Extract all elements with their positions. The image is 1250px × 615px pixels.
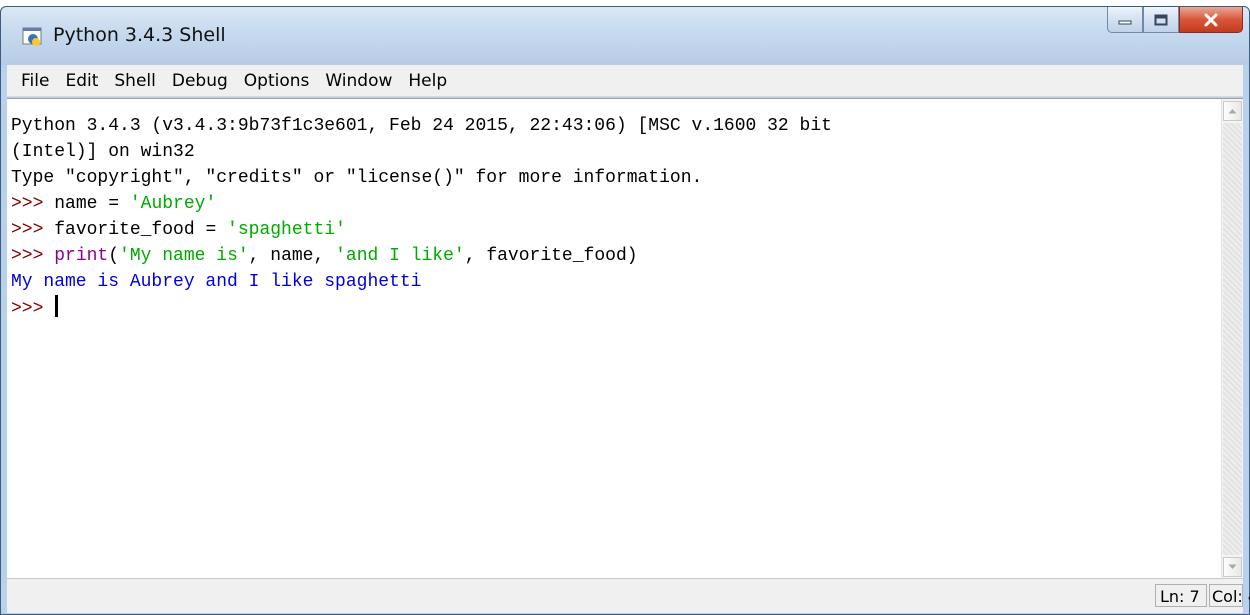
menu-shell[interactable]: Shell <box>106 71 163 91</box>
string-literal: 'spaghetti' <box>227 220 346 240</box>
menu-options[interactable]: Options <box>236 71 318 91</box>
maximize-icon <box>1154 14 1168 25</box>
scroll-down-arrow-icon <box>1228 564 1237 569</box>
title-bar[interactable]: Python 3.4.3 Shell <box>1 7 1249 65</box>
close-icon <box>1204 13 1218 26</box>
text-cursor <box>55 295 59 317</box>
menu-edit[interactable]: Edit <box>57 71 106 91</box>
shell-output: Python 3.4.3 (v3.4.3:9b73f1c3e601, Feb 2… <box>11 113 1201 321</box>
vertical-scrollbar[interactable] <box>1221 99 1243 579</box>
code-text: ( <box>108 246 120 266</box>
shell-prompt: >>> <box>11 246 44 266</box>
string-literal: 'and I like' <box>335 246 465 266</box>
status-column-number: Col: 4 <box>1209 584 1250 607</box>
status-line-number: Ln: 7 <box>1155 584 1207 607</box>
input-line: >>> favorite_food = 'spaghetti' <box>11 217 1201 243</box>
maximize-button[interactable] <box>1143 7 1179 33</box>
window-controls <box>1107 7 1243 35</box>
scrollbar-track[interactable] <box>1223 123 1242 555</box>
shell-prompt: >>> <box>11 299 44 319</box>
banner-line: (Intel)] on win32 <box>11 142 195 162</box>
status-bar: Ln: 7 Col: 4 <box>7 578 1250 613</box>
shell-prompt: >>> <box>11 194 44 214</box>
code-text: , favorite_food) <box>464 246 638 266</box>
menu-bar: File Edit Shell Debug Options Window Hel… <box>7 65 1243 97</box>
python-shell-window: Python 3.4.3 Shell File Edit Shell Debug… <box>0 6 1250 615</box>
menu-window[interactable]: Window <box>317 71 400 91</box>
code-text: , name, <box>248 246 336 266</box>
banner-line: Python 3.4.3 (v3.4.3:9b73f1c3e601, Feb 2… <box>11 116 832 136</box>
string-literal: 'My name is' <box>119 246 249 266</box>
minimize-icon <box>1118 20 1132 24</box>
code-text: name = <box>54 194 130 214</box>
menu-file[interactable]: File <box>13 71 57 91</box>
builtin-keyword: print <box>54 246 109 266</box>
scroll-up-arrow-icon <box>1228 109 1237 114</box>
input-line: >>> print('My name is', name, 'and I lik… <box>11 243 1201 269</box>
shell-prompt: >>> <box>11 220 44 240</box>
banner-line: Type "copyright", "credits" or "license(… <box>11 168 703 188</box>
program-output: My name is Aubrey and I like spaghetti <box>11 272 422 292</box>
input-line-current[interactable]: >>> <box>11 295 1201 321</box>
scroll-down-button[interactable] <box>1223 557 1242 577</box>
input-line: >>> name = 'Aubrey' <box>11 191 1201 217</box>
close-button[interactable] <box>1179 7 1243 33</box>
shell-text-area[interactable]: Python 3.4.3 (v3.4.3:9b73f1c3e601, Feb 2… <box>7 98 1243 579</box>
string-literal: 'Aubrey' <box>129 194 217 214</box>
python-shell-icon <box>22 27 42 46</box>
minimize-button[interactable] <box>1107 7 1143 33</box>
menu-debug[interactable]: Debug <box>164 71 236 91</box>
window-title: Python 3.4.3 Shell <box>53 24 226 46</box>
code-text: favorite_food = <box>54 220 228 240</box>
scroll-up-button[interactable] <box>1223 101 1242 121</box>
menu-help[interactable]: Help <box>400 71 455 91</box>
